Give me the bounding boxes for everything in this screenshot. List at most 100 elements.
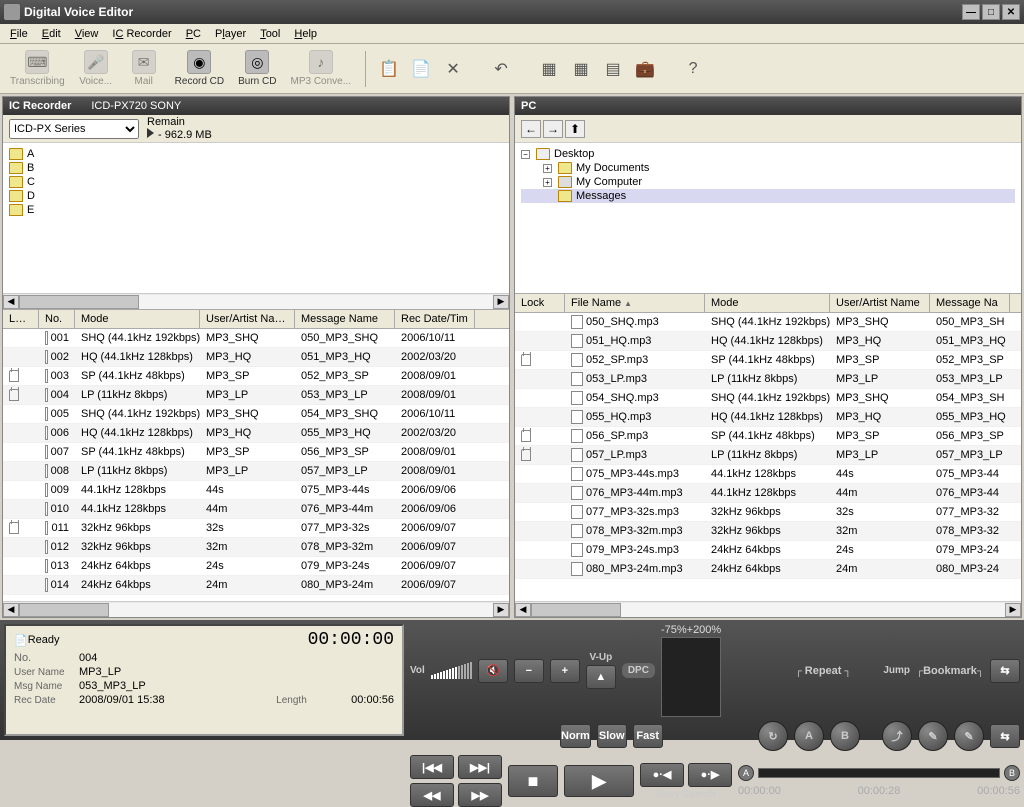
menu-pc[interactable]: PC (180, 26, 207, 42)
b-repeat-button[interactable]: B (830, 721, 860, 751)
table-row[interactable]: 01232kHz 96kbps32m078_MP3-32m2006/09/07 (3, 538, 509, 557)
toggle1-button[interactable]: ⇆ (990, 659, 1020, 683)
table-row[interactable]: 053_LP.mp3LP (11kHz 8kbps)MP3_LP053_MP3_… (515, 370, 1021, 389)
table-row[interactable]: 078_MP3-32m.mp332kHz 96kbps32m078_MP3-32 (515, 522, 1021, 541)
menu-player[interactable]: Player (209, 26, 252, 42)
table-row[interactable]: 006HQ (44.1kHz 128kbps)MP3_HQ055_MP3_HQ2… (3, 424, 509, 443)
grid-body-right[interactable]: 050_SHQ.mp3SHQ (44.1kHz 192kbps)MP3_SHQ0… (515, 313, 1021, 601)
column-header[interactable]: Message Name (295, 310, 395, 328)
table-row[interactable]: 01424kHz 64kbps24m080_MP3-24m2006/09/07 (3, 576, 509, 595)
device-selector[interactable]: ICD-PX Series (9, 119, 139, 139)
vol-down-button[interactable]: − (514, 659, 544, 683)
fforward-button[interactable]: ▶▶ (458, 783, 502, 807)
scrollbar-right-grid[interactable]: ◀▶ (515, 601, 1021, 617)
table-row[interactable]: 056_SP.mp3SP (44.1kHz 48kbps)MP3_SP056_M… (515, 427, 1021, 446)
folder-tree-right[interactable]: −Desktop +My Documents +My Computer Mess… (515, 143, 1021, 293)
play-button[interactable]: ▶ (564, 765, 634, 797)
column-header[interactable]: Rec Date/Tim (395, 310, 475, 328)
timeline-slider[interactable] (758, 768, 1000, 778)
tree-my-documents[interactable]: +My Documents (521, 161, 1015, 175)
menu-ic-recorder[interactable]: IC Recorder (106, 26, 177, 42)
tool4-button[interactable]: 💼 (632, 56, 658, 82)
easy-back-button[interactable]: ●·◀ (640, 763, 684, 787)
voice-button[interactable]: 🎤Voice... (75, 48, 117, 89)
tree-my-computer[interactable]: +My Computer (521, 175, 1015, 189)
delete-button[interactable]: ✕ (440, 56, 466, 82)
scrollbar-left-grid[interactable]: ◀▶ (3, 601, 509, 617)
grid-body-left[interactable]: 001SHQ (44.1kHz 192kbps)MP3_SHQ050_MP3_S… (3, 329, 509, 601)
dpc-slider[interactable] (661, 637, 721, 717)
table-row[interactable]: 003SP (44.1kHz 48kbps)MP3_SP052_MP3_SP20… (3, 367, 509, 386)
record-cd-button[interactable]: ◉Record CD (171, 48, 228, 89)
bookmark-next-button[interactable]: ✎ (954, 721, 984, 751)
table-row[interactable]: 007SP (44.1kHz 48kbps)MP3_SP056_MP3_SP20… (3, 443, 509, 462)
column-header[interactable]: File Name▲ (565, 294, 705, 312)
table-row[interactable]: 050_SHQ.mp3SHQ (44.1kHz 192kbps)MP3_SHQ0… (515, 313, 1021, 332)
folder-tree-left[interactable]: ABCDE (3, 143, 509, 293)
bookmark-prev-button[interactable]: ✎ (918, 721, 948, 751)
table-row[interactable]: 055_HQ.mp3HQ (44.1kHz 128kbps)MP3_HQ055_… (515, 408, 1021, 427)
table-row[interactable]: 005SHQ (44.1kHz 192kbps)MP3_SHQ054_MP3_S… (3, 405, 509, 424)
scrollbar-left-tree[interactable]: ◀▶ (3, 293, 509, 309)
maximize-button[interactable]: □ (982, 4, 1000, 20)
table-row[interactable]: 080_MP3-24m.mp324kHz 64kbps24m080_MP3-24 (515, 560, 1021, 579)
column-header[interactable]: User/Artist Name (830, 294, 930, 312)
up-button[interactable]: ⬆ (565, 120, 585, 138)
folder-item[interactable]: D (9, 189, 503, 203)
table-row[interactable]: 01324kHz 64kbps24s079_MP3-24s2006/09/07 (3, 557, 509, 576)
marker-a[interactable]: A (738, 765, 754, 781)
marker-b[interactable]: B (1004, 765, 1020, 781)
column-header[interactable]: User/Artist Name (200, 310, 295, 328)
table-row[interactable]: 054_SHQ.mp3SHQ (44.1kHz 192kbps)MP3_SHQ0… (515, 389, 1021, 408)
column-header[interactable]: Message Na (930, 294, 1010, 312)
folder-item[interactable]: E (9, 203, 503, 217)
minimize-button[interactable]: — (962, 4, 980, 20)
easy-fwd-button[interactable]: ●·▶ (688, 763, 732, 787)
rewind-button[interactable]: ◀◀ (410, 783, 454, 807)
mail-button[interactable]: ✉Mail (123, 48, 165, 89)
menu-tool[interactable]: Tool (254, 26, 286, 42)
table-row[interactable]: 002HQ (44.1kHz 128kbps)MP3_HQ051_MP3_HQ2… (3, 348, 509, 367)
expand-icon[interactable]: + (543, 178, 552, 187)
menu-file[interactable]: File (4, 26, 34, 42)
table-row[interactable]: 057_LP.mp3LP (11kHz 8kbps)MP3_LP057_MP3_… (515, 446, 1021, 465)
table-row[interactable]: 075_MP3-44s.mp344.1kHz 128kbps44s075_MP3… (515, 465, 1021, 484)
table-row[interactable]: 001SHQ (44.1kHz 192kbps)MP3_SHQ050_MP3_S… (3, 329, 509, 348)
table-row[interactable]: 076_MP3-44m.mp344.1kHz 128kbps44m076_MP3… (515, 484, 1021, 503)
vol-up-button[interactable]: + (550, 659, 580, 683)
column-header[interactable]: Mode (75, 310, 200, 328)
folder-item[interactable]: B (9, 161, 503, 175)
back-button[interactable]: ← (521, 120, 541, 138)
column-header[interactable]: Lock (3, 310, 39, 328)
stop-button[interactable]: ■ (508, 765, 558, 797)
repeat-button[interactable]: ↻ (758, 721, 788, 751)
table-row[interactable]: 008LP (11kHz 8kbps)MP3_LP057_MP3_LP2008/… (3, 462, 509, 481)
expand-icon[interactable]: + (543, 164, 552, 173)
table-row[interactable]: 004LP (11kHz 8kbps)MP3_LP053_MP3_LP2008/… (3, 386, 509, 405)
next-track-button[interactable]: ▶▶| (458, 755, 502, 779)
mute-button[interactable]: 🔇 (478, 659, 508, 683)
collapse-icon[interactable]: − (521, 150, 530, 159)
table-row[interactable]: 077_MP3-32s.mp332kHz 96kbps32s077_MP3-32 (515, 503, 1021, 522)
column-header[interactable]: No. (39, 310, 75, 328)
folder-item[interactable]: A (9, 147, 503, 161)
table-row[interactable]: 051_HQ.mp3HQ (44.1kHz 128kbps)MP3_HQ051_… (515, 332, 1021, 351)
undo-button[interactable]: ↶ (488, 56, 514, 82)
folder-item[interactable]: C (9, 175, 503, 189)
toggle2-button[interactable]: ⇆ (990, 724, 1020, 748)
tree-messages[interactable]: Messages (521, 189, 1015, 203)
burn-cd-button[interactable]: ◎Burn CD (234, 48, 280, 89)
copy-button[interactable]: 📋 (376, 56, 402, 82)
table-row[interactable]: 01132kHz 96kbps32s077_MP3-32s2006/09/07 (3, 519, 509, 538)
table-row[interactable]: 079_MP3-24s.mp324kHz 64kbps24s079_MP3-24 (515, 541, 1021, 560)
norm-button[interactable]: Norm (560, 724, 591, 748)
forward-button[interactable]: → (543, 120, 563, 138)
a-repeat-button[interactable]: A (794, 721, 824, 751)
prev-track-button[interactable]: |◀◀ (410, 755, 454, 779)
mp3-convert-button[interactable]: ♪MP3 Conve... (286, 48, 355, 89)
column-header[interactable]: Lock (515, 294, 565, 312)
vup-button[interactable]: ▲ (586, 665, 616, 689)
tool3-button[interactable]: ▤ (600, 56, 626, 82)
tree-desktop[interactable]: −Desktop (521, 147, 1015, 161)
menu-view[interactable]: View (69, 26, 105, 42)
